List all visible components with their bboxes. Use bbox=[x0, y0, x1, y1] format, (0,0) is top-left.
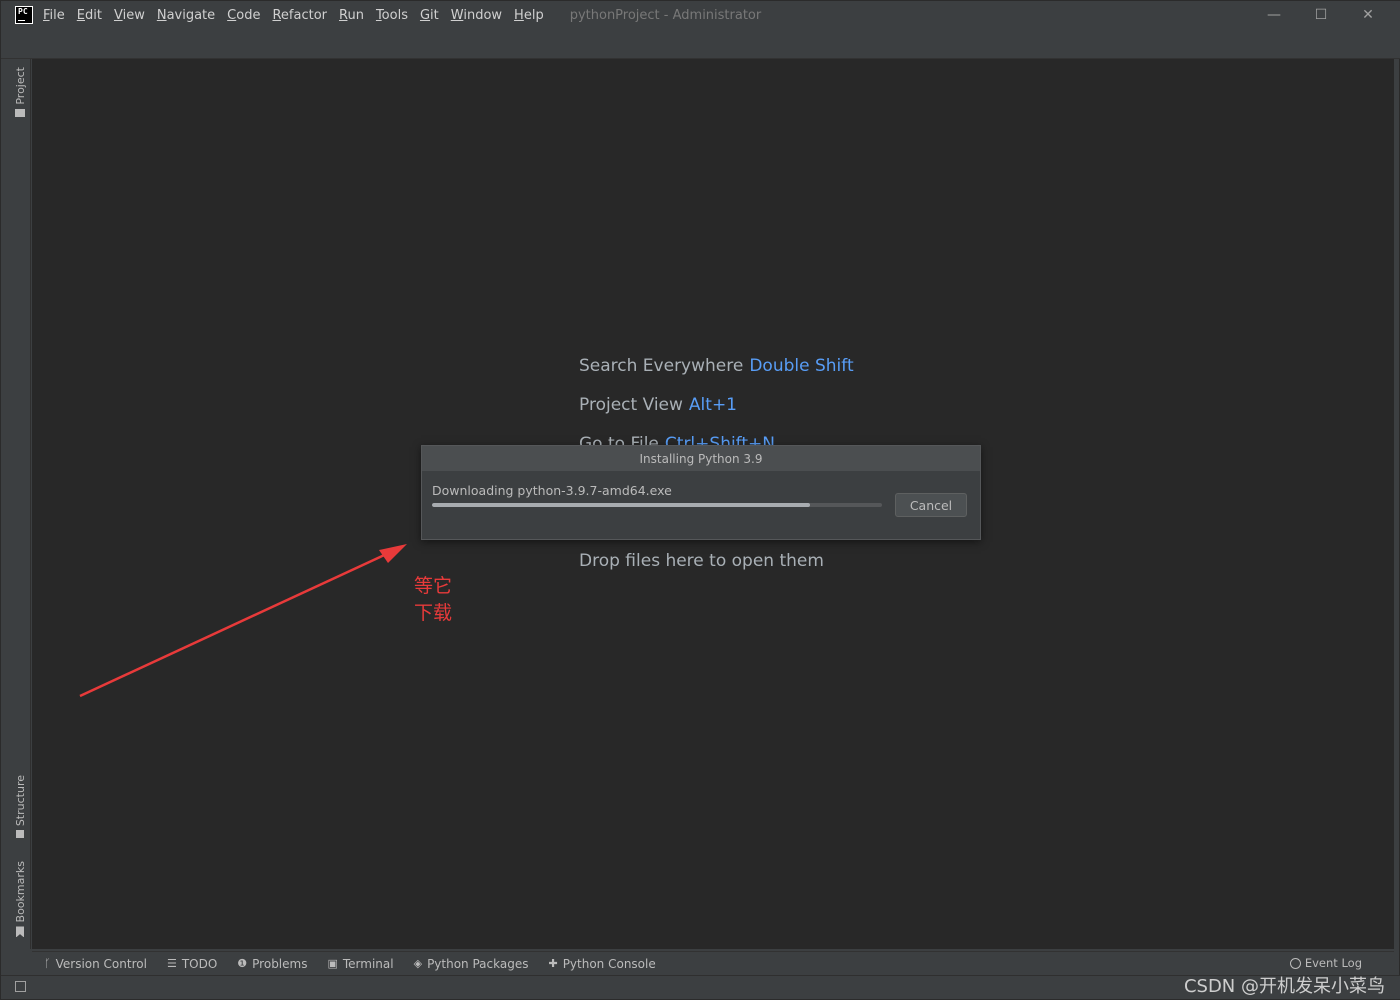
menu-navigate[interactable]: Navigate bbox=[157, 8, 215, 23]
menu-run[interactable]: Run bbox=[339, 8, 364, 23]
shortcut-alt-1: Alt+1 bbox=[688, 395, 737, 415]
version-control-icon: ᚴ bbox=[44, 957, 51, 970]
terminal-icon: ▣ bbox=[327, 957, 338, 970]
hint-drop-files: Drop files here to open them bbox=[579, 551, 824, 571]
close-button[interactable]: ✕ bbox=[1345, 1, 1391, 29]
download-progress-fill bbox=[432, 503, 810, 507]
folder-icon bbox=[15, 108, 25, 117]
menu-help[interactable]: Help bbox=[514, 8, 544, 23]
bookmark-icon bbox=[16, 926, 24, 938]
maximize-button[interactable]: ☐ bbox=[1298, 1, 1344, 29]
annotation-text: 等它 下载 bbox=[414, 573, 458, 627]
tool-tab-structure[interactable]: Structure bbox=[11, 775, 29, 839]
download-progress-bar bbox=[432, 503, 882, 507]
tab-version-control[interactable]: ᚴ Version Control bbox=[44, 957, 147, 971]
tool-tab-structure-label: Structure bbox=[13, 775, 27, 827]
left-tool-stripe: Project Structure Bookmarks bbox=[9, 59, 31, 949]
tool-tab-project[interactable]: Project bbox=[11, 67, 29, 117]
download-status-text: Downloading python-3.9.7-amd64.exe bbox=[432, 483, 672, 498]
window-title: pythonProject - Administrator bbox=[569, 7, 762, 23]
csdn-watermark: CSDN @开机发呆小菜鸟 bbox=[1183, 976, 1385, 997]
navigation-toolbar bbox=[1, 29, 1400, 59]
close-icon: ✕ bbox=[1362, 7, 1374, 23]
installing-python-dialog: Installing Python 3.9 Downloading python… bbox=[421, 445, 981, 540]
status-bar: CSDN @开机发呆小菜鸟 bbox=[1, 975, 1400, 999]
cancel-button[interactable]: Cancel bbox=[895, 493, 967, 517]
event-log-icon bbox=[1289, 957, 1301, 969]
todo-icon: ☰ bbox=[166, 957, 177, 970]
pycharm-logo-icon[interactable]: PC bbox=[15, 6, 33, 24]
maximize-icon: ☐ bbox=[1314, 7, 1328, 23]
hint-search-everywhere: Search Everywhere Double Shift bbox=[579, 356, 854, 376]
annotation-line-2: 下载 bbox=[414, 602, 453, 624]
menu-tools[interactable]: Tools bbox=[376, 8, 408, 23]
toggle-tool-windows-icon[interactable] bbox=[15, 981, 26, 992]
hint-project-view: Project View Alt+1 bbox=[579, 395, 737, 415]
pycharm-logo-text: PC bbox=[18, 7, 28, 16]
annotation-line-1: 等它 bbox=[414, 575, 453, 597]
menu-view[interactable]: View bbox=[114, 8, 145, 23]
tab-python-packages[interactable]: ◈ Python Packages bbox=[414, 957, 529, 971]
problems-icon: ❶ bbox=[237, 957, 248, 970]
tool-tab-project-label: Project bbox=[13, 67, 27, 105]
dialog-title: Installing Python 3.9 bbox=[639, 451, 763, 466]
minimize-icon: — bbox=[1267, 7, 1281, 23]
tool-tab-bookmarks[interactable]: Bookmarks bbox=[11, 861, 29, 938]
menu-window[interactable]: Window bbox=[451, 8, 502, 23]
structure-icon bbox=[16, 830, 24, 839]
python-packages-icon: ◈ bbox=[413, 957, 423, 970]
tool-tab-bookmarks-label: Bookmarks bbox=[13, 861, 27, 923]
menu-code[interactable]: Code bbox=[227, 8, 260, 23]
title-bar: PC File Edit View Navigate Code Refactor… bbox=[1, 1, 1400, 29]
menu-refactor[interactable]: Refactor bbox=[272, 8, 327, 23]
tab-problems[interactable]: ❶ Problems bbox=[237, 957, 307, 971]
tab-todo[interactable]: ☰ TODO bbox=[167, 957, 217, 971]
ide-window: PC File Edit View Navigate Code Refactor… bbox=[0, 0, 1400, 1000]
shortcut-double-shift: Double Shift bbox=[749, 356, 854, 376]
menu-edit[interactable]: Edit bbox=[77, 8, 102, 23]
menu-file[interactable]: File bbox=[43, 8, 65, 23]
menu-git[interactable]: Git bbox=[420, 8, 439, 23]
tab-python-console[interactable]: ✚ Python Console bbox=[548, 957, 655, 971]
tab-terminal[interactable]: ▣ Terminal bbox=[327, 957, 393, 971]
bottom-tool-bar: ᚴ Version Control ☰ TODO ❶ Problems ▣ Te… bbox=[32, 951, 1394, 975]
dialog-title-bar[interactable]: Installing Python 3.9 bbox=[422, 446, 980, 471]
python-console-icon: ✚ bbox=[548, 957, 558, 970]
minimize-button[interactable]: — bbox=[1251, 1, 1297, 29]
tab-event-log[interactable]: Event Log bbox=[1289, 956, 1362, 970]
